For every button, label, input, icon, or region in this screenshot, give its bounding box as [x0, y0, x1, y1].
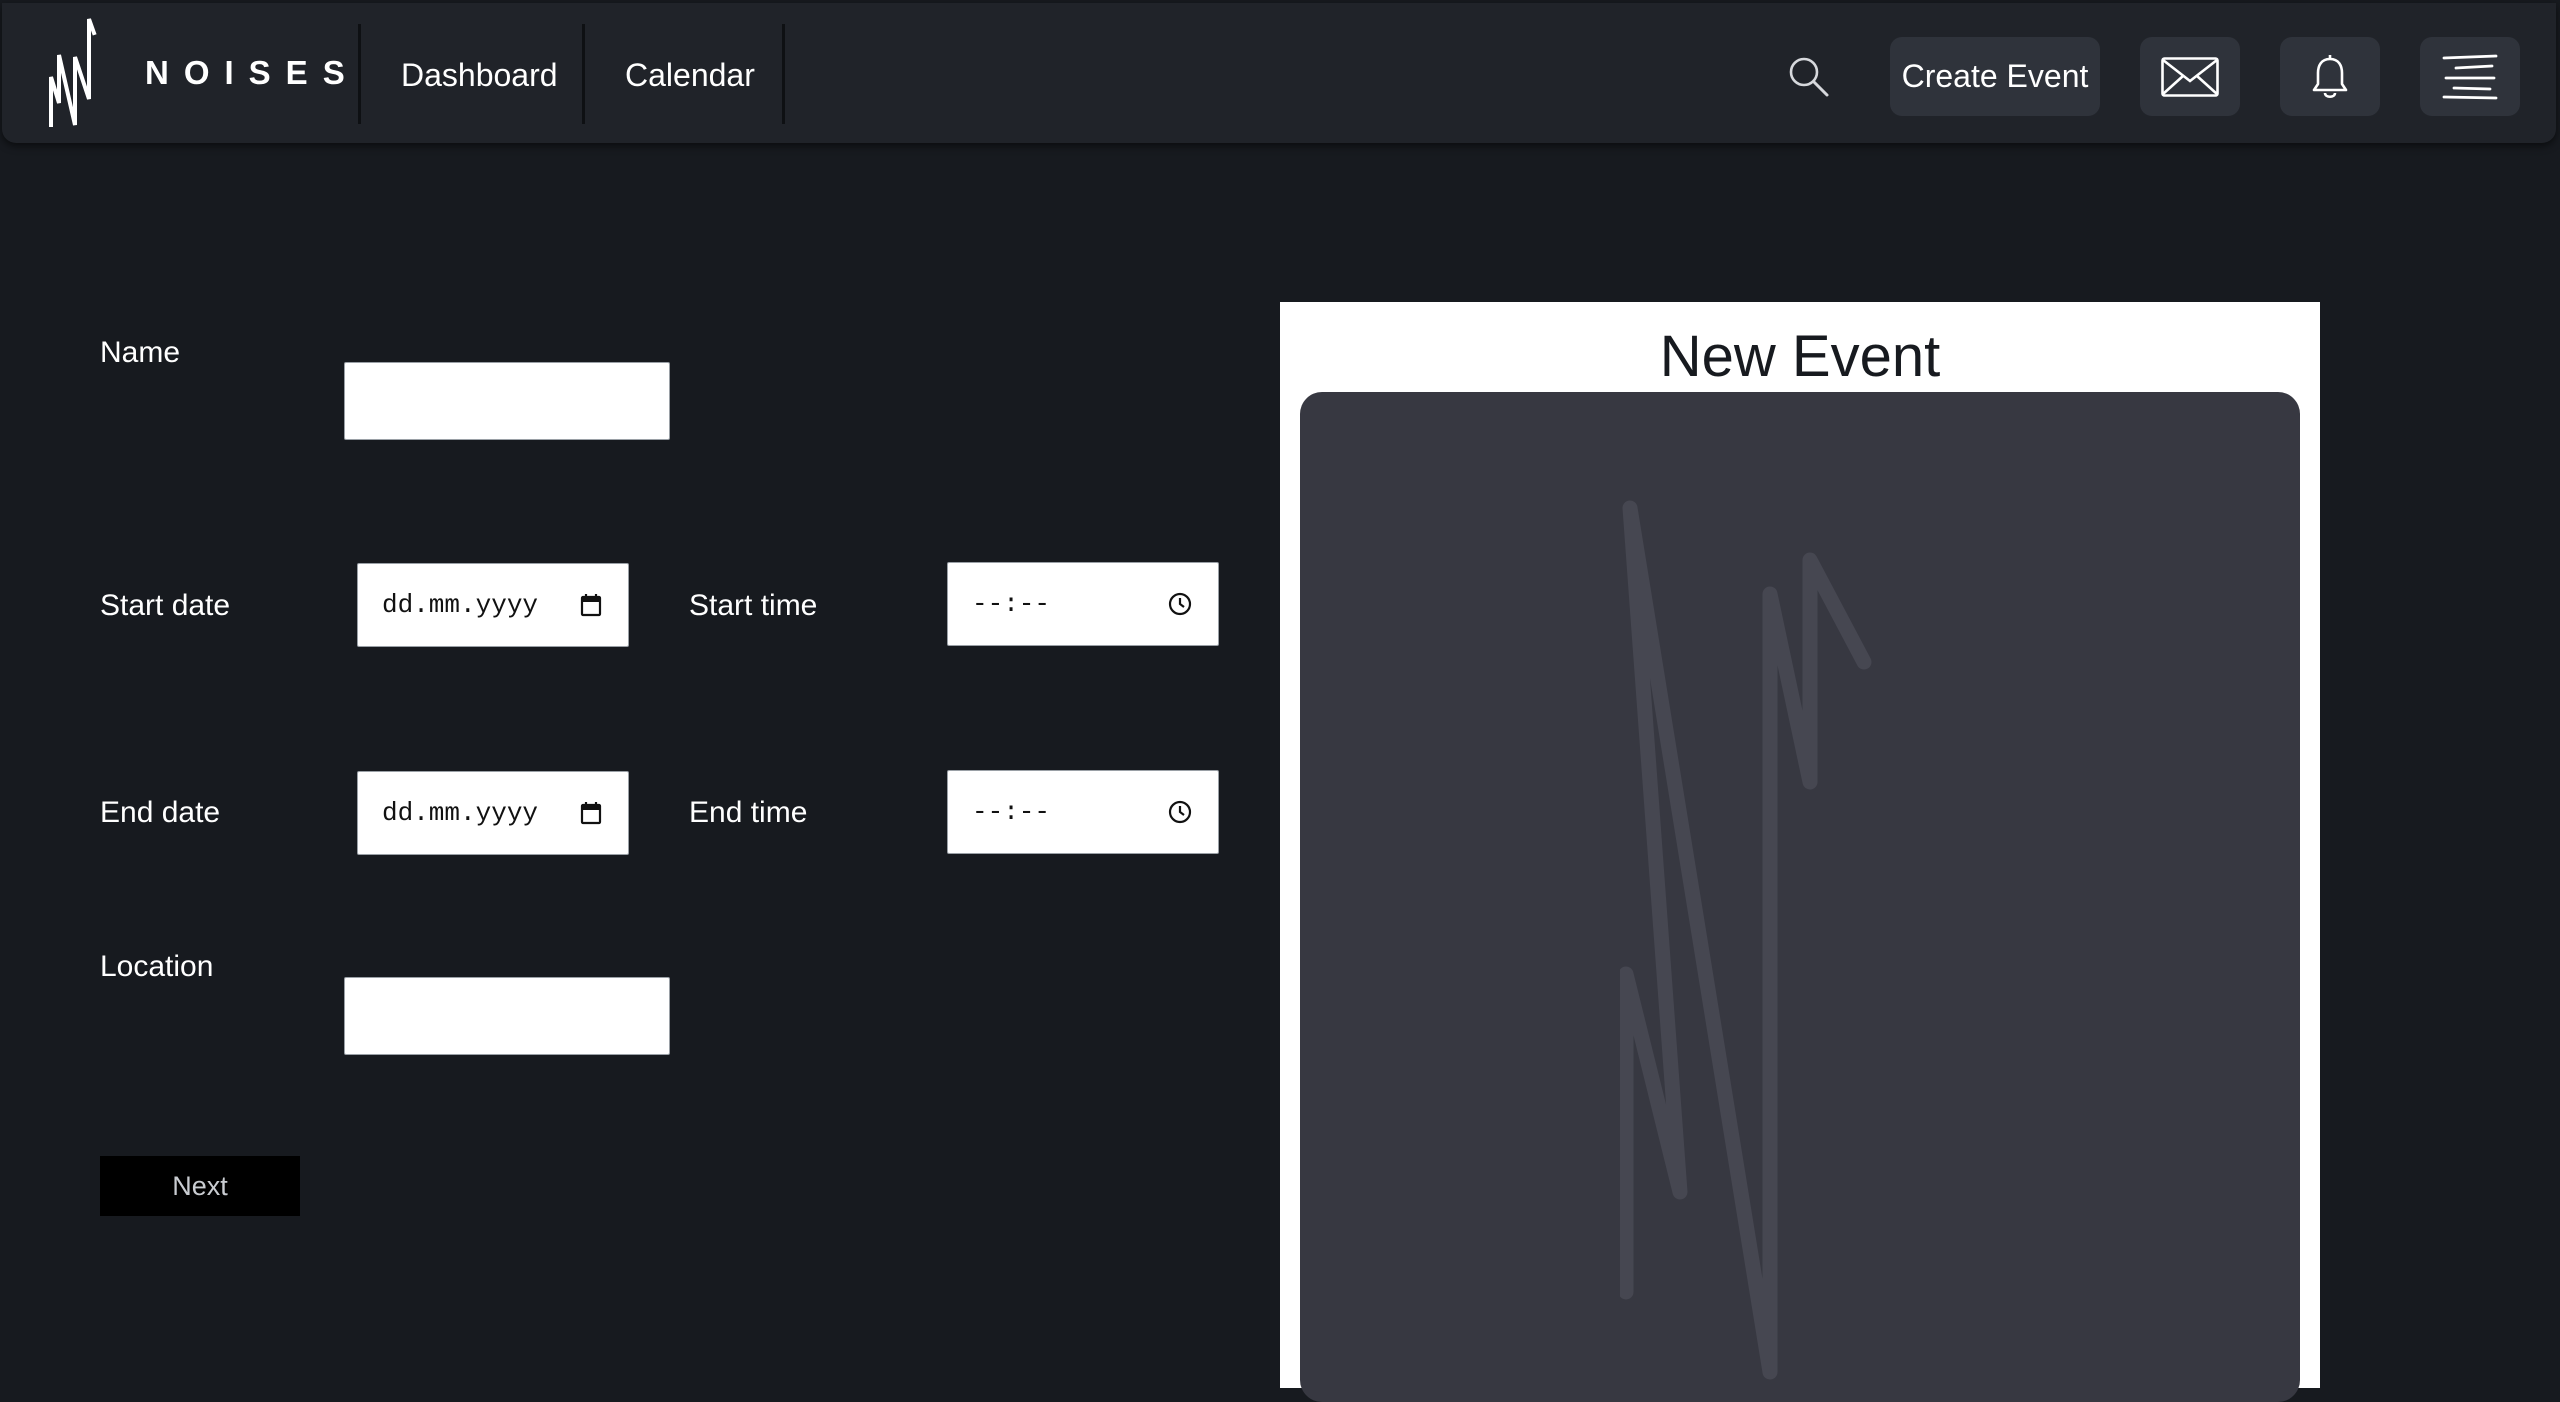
end-date-placeholder: dd.mm.yyyy — [382, 798, 539, 828]
end-time-input[interactable]: --:-- — [947, 770, 1219, 854]
nav-calendar-link[interactable]: Calendar — [625, 55, 755, 95]
notifications-button[interactable] — [2280, 37, 2380, 116]
location-input[interactable] — [344, 977, 670, 1055]
nav-divider — [358, 24, 361, 124]
end-time-placeholder: --:-- — [972, 797, 1051, 827]
event-image-placeholder[interactable] — [1300, 392, 2300, 1402]
start-time-label: Start time — [689, 589, 818, 622]
next-button[interactable]: Next — [100, 1156, 300, 1216]
name-input[interactable] — [344, 362, 670, 440]
top-navigation-bar: NOISES Dashboard Calendar Create Event — [2, 3, 2556, 143]
logo-icon[interactable] — [47, 15, 97, 133]
clock-icon[interactable] — [1168, 800, 1192, 824]
calendar-icon[interactable] — [580, 593, 602, 617]
location-label: Location — [100, 950, 214, 983]
create-event-button[interactable]: Create Event — [1890, 37, 2100, 116]
start-date-placeholder: dd.mm.yyyy — [382, 590, 539, 620]
nav-divider — [582, 24, 585, 124]
start-time-placeholder: --:-- — [972, 589, 1051, 619]
mail-icon — [2161, 56, 2219, 97]
nav-dashboard-link[interactable]: Dashboard — [401, 55, 558, 95]
nav-divider — [782, 24, 785, 124]
start-date-input[interactable]: dd.mm.yyyy — [357, 563, 629, 647]
messages-button[interactable] — [2140, 37, 2240, 116]
clock-icon[interactable] — [1168, 592, 1192, 616]
start-time-input[interactable]: --:-- — [947, 562, 1219, 646]
end-date-label: End date — [100, 796, 221, 829]
preview-title: New Event — [1659, 324, 1941, 389]
start-date-label: Start date — [100, 589, 231, 622]
menu-icon — [2442, 54, 2498, 99]
end-time-label: End time — [689, 796, 808, 829]
main-menu-button[interactable] — [2420, 37, 2520, 116]
calendar-icon[interactable] — [580, 801, 602, 825]
bell-icon — [2312, 54, 2348, 98]
search-icon[interactable] — [1787, 55, 1831, 99]
brand-name[interactable]: NOISES — [145, 53, 360, 93]
event-preview-card: New Event — [1280, 302, 2320, 1402]
end-date-input[interactable]: dd.mm.yyyy — [357, 771, 629, 855]
logo-icon — [1620, 500, 1872, 1380]
name-label: Name — [100, 336, 181, 369]
